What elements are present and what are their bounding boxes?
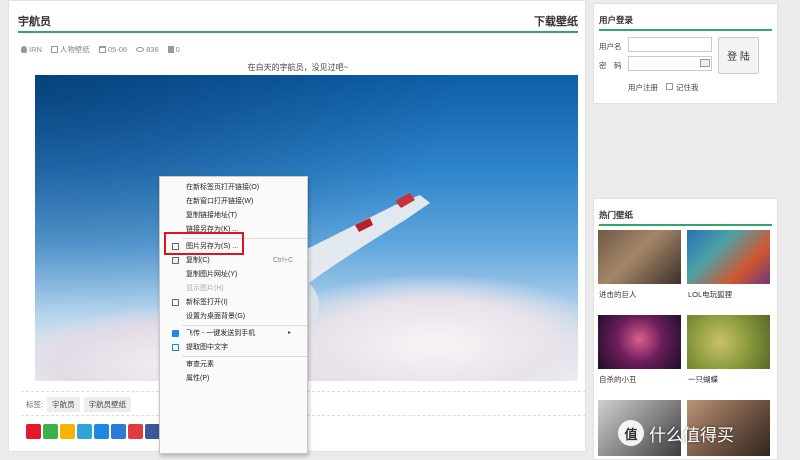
favorite-icon[interactable]: [128, 424, 143, 439]
tags-row: 标签: 宇航员 宇航员壁纸: [26, 397, 132, 412]
menu-open-link-new-tab[interactable]: 在新标签页打开链接(O): [160, 181, 307, 194]
article-meta: IRN 人物壁纸 05-06 836 0: [21, 44, 180, 55]
thumb-joker[interactable]: [598, 315, 681, 369]
context-menu: 在新标签页打开链接(O) 在新窗口打开链接(W) 复制链接地址(T) 链接另存为…: [159, 176, 308, 454]
caption-butterfly[interactable]: 一只蝴蝶: [688, 374, 718, 385]
menu-label: 飞传 - 一键发送到手机: [186, 330, 256, 337]
wechat-icon[interactable]: [43, 424, 58, 439]
thumb-attack-on-titan[interactable]: [598, 230, 681, 284]
menu-inspect-element[interactable]: 审查元素: [160, 358, 307, 371]
remember-me-checkbox[interactable]: [666, 83, 673, 90]
menu-separator: [182, 325, 307, 326]
menu-set-desktop-background[interactable]: 设置为桌面背景(G): [160, 310, 307, 323]
qzone-icon[interactable]: [60, 424, 75, 439]
tag-astronaut[interactable]: 宇航员: [47, 397, 80, 412]
send-to-phone-icon: [172, 330, 179, 337]
watermark-text: 什么值得买: [649, 425, 734, 445]
menu-open-link-new-window[interactable]: 在新窗口打开链接(W): [160, 195, 307, 208]
post-date: 05-06: [107, 45, 128, 54]
category-name: 人物壁纸: [59, 45, 90, 54]
meta-author[interactable]: IRN: [21, 45, 42, 54]
thumb-butterfly[interactable]: [687, 315, 770, 369]
menu-send-to-phone[interactable]: 飞传 - 一键发送到手机 ▸: [160, 327, 307, 340]
page-title: 宇航员: [18, 16, 51, 28]
tags-label: 标签:: [26, 400, 44, 409]
copy-icon: [172, 257, 179, 264]
image-caption: 在白天的宇航员，没见过吧~: [247, 63, 349, 72]
keyboard-icon[interactable]: [700, 59, 710, 67]
meta-comments[interactable]: 0: [167, 45, 180, 54]
menu-copy[interactable]: 复制(C) Ctrl+C: [160, 254, 307, 267]
menu-label: 在新窗口打开链接(W): [186, 198, 254, 205]
menu-separator: [182, 356, 307, 357]
qq-icon[interactable]: [94, 424, 109, 439]
calendar-icon: [98, 46, 106, 53]
menu-label: 显示图片(H): [186, 285, 224, 292]
register-link[interactable]: 用户注册: [628, 82, 658, 93]
download-wallpaper-link[interactable]: 下载壁纸: [534, 13, 578, 29]
author-name: IRN: [29, 45, 42, 54]
menu-label: 在新标签页打开链接(O): [186, 184, 260, 191]
submenu-arrow-icon: ▸: [287, 330, 291, 336]
new-tab-icon: [172, 299, 179, 306]
meta-category[interactable]: 人物壁纸: [50, 44, 90, 55]
username-label: 用户名: [599, 42, 622, 51]
meta-views: 836: [136, 45, 159, 54]
watermark: 值 什么值得买: [618, 420, 734, 446]
share-bar: [26, 424, 160, 439]
menu-label: 审查元素: [186, 361, 214, 368]
tencent-weibo-icon[interactable]: [77, 424, 92, 439]
comment-icon: [167, 46, 174, 53]
menu-label: 提取图中文字: [186, 344, 228, 351]
menu-label: 复制(C): [186, 257, 210, 264]
menu-label: 复制图片网址(Y): [186, 271, 238, 278]
category-icon: [50, 46, 58, 53]
weibo-icon[interactable]: [26, 424, 41, 439]
hot-heading: 热门壁纸: [599, 206, 772, 226]
menu-copy-image-url[interactable]: 复制图片网址(Y): [160, 268, 307, 281]
watermark-logo-icon: 值: [618, 420, 644, 446]
thumb-lol-fox[interactable]: [687, 230, 770, 284]
username-input[interactable]: [628, 37, 712, 52]
caption-lol-fox[interactable]: LOL电玩狐狸: [688, 289, 732, 300]
menu-show-image: 显示图片(H): [160, 282, 307, 295]
menu-shortcut: Ctrl+C: [272, 257, 293, 264]
extract-text-icon: [172, 344, 179, 351]
tag-astronaut-wallpaper[interactable]: 宇航员壁纸: [83, 397, 132, 412]
article-title-row: 宇航员 下载壁纸: [18, 11, 578, 33]
menu-properties[interactable]: 属性(P): [160, 372, 307, 385]
meta-date: 05-06: [98, 45, 128, 54]
menu-extract-text[interactable]: 提取图中文字: [160, 341, 307, 354]
highlight-box: [164, 232, 244, 255]
facebook-icon[interactable]: [145, 424, 160, 439]
password-label: 密 码: [599, 61, 622, 70]
email-icon[interactable]: [111, 424, 126, 439]
menu-label: 设置为桌面背景(G): [186, 313, 246, 320]
login-heading: 用户登录: [599, 11, 772, 31]
menu-label: 属性(P): [186, 375, 210, 382]
comment-count: 0: [175, 45, 180, 54]
user-icon: [21, 46, 27, 53]
menu-copy-link-address[interactable]: 复制链接地址(T): [160, 209, 307, 222]
remember-me-label: 记住我: [676, 83, 699, 92]
view-count: 836: [146, 45, 159, 54]
login-button[interactable]: 登 陆: [718, 37, 759, 74]
eye-icon: [136, 47, 145, 52]
menu-open-new-tab[interactable]: 新标签打开(I): [160, 296, 307, 309]
caption-joker[interactable]: 自杀的小丑: [599, 374, 637, 385]
caption-attack-on-titan[interactable]: 进击的巨人: [599, 289, 637, 300]
menu-label: 新标签打开(I): [186, 299, 228, 306]
menu-label: 复制链接地址(T): [186, 212, 237, 219]
